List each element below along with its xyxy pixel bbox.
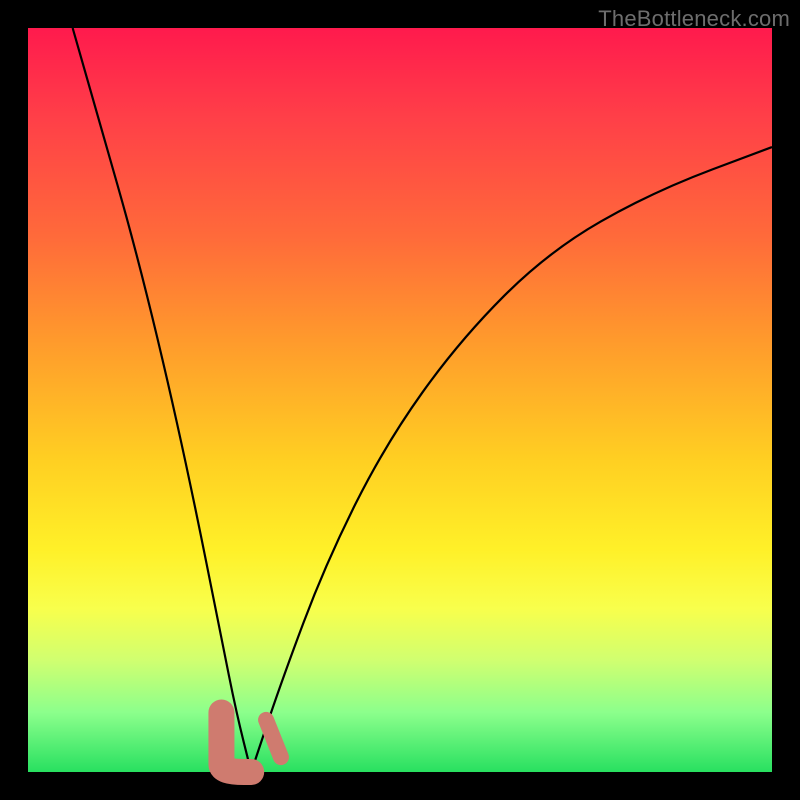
trough-marker-right: [266, 720, 281, 757]
chart-frame: TheBottleneck.com: [0, 0, 800, 800]
trough-marker-left: [221, 712, 251, 772]
curve-right-ascending: [251, 147, 772, 772]
chart-svg: [28, 28, 772, 772]
plot-area: [28, 28, 772, 772]
curve-left-descending: [73, 28, 252, 772]
